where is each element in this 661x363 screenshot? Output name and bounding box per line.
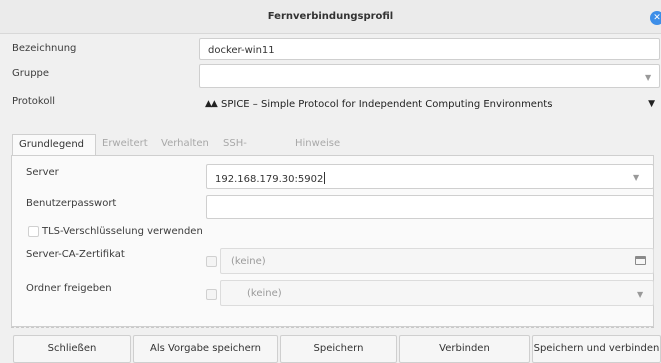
close-button[interactable]: Schließen [13, 335, 131, 363]
protocol-select-value: SPICE – Simple Protocol for Independent … [221, 99, 553, 110]
share-folder-value: (keine) [247, 288, 282, 299]
server-combo[interactable]: 192.168.179.30:5902 ▼ [206, 164, 654, 189]
password-input[interactable] [206, 195, 654, 219]
title-bar: Fernverbindungsprofil ✕ [0, 0, 661, 34]
tls-checkbox[interactable] [28, 226, 39, 237]
separator [11, 327, 654, 328]
ca-cert-chooser[interactable]: (keine) [220, 248, 654, 274]
name-label: Bezeichnung [12, 43, 77, 54]
tab-panel-grundlegend: Server 192.168.179.30:5902 ▼ Benutzerpas… [11, 155, 654, 327]
chevron-down-icon[interactable]: ▼ [633, 173, 639, 182]
name-input[interactable]: docker-win11 [199, 38, 660, 60]
group-combo[interactable]: ▼ [199, 64, 660, 88]
share-folder-label: Ordner freigeben [26, 283, 112, 294]
group-label: Gruppe [12, 68, 50, 79]
chevron-down-icon[interactable]: ▼ [648, 99, 655, 109]
name-input-value: docker-win11 [208, 45, 275, 56]
tab-ssh-tunnel[interactable]: SSH-Tunnel [223, 134, 256, 169]
tab-hinweise[interactable]: Hinweise [295, 134, 340, 156]
file-open-icon[interactable] [635, 256, 646, 265]
save-and-connect-button[interactable]: Speichern und verbinden [532, 335, 661, 363]
tab-verhalten[interactable]: Verhalten [161, 134, 209, 156]
share-folder-checkbox[interactable] [206, 289, 217, 300]
tls-label[interactable]: TLS-Verschlüsselung verwenden [42, 226, 203, 237]
save-button[interactable]: Speichern [280, 335, 397, 363]
spice-logo-icon: ▲▲ [205, 99, 218, 109]
ca-cert-label: Server-CA-Zertifikat [26, 249, 125, 260]
ca-cert-value: (keine) [231, 256, 266, 267]
window-title: Fernverbindungsprofil [267, 11, 394, 22]
chevron-down-icon[interactable]: ▼ [637, 290, 643, 299]
protocol-select[interactable]: ▲▲ SPICE – Simple Protocol for Independe… [199, 93, 661, 117]
server-input-value: 192.168.179.30:5902 [215, 172, 326, 185]
connect-button[interactable]: Verbinden [399, 335, 530, 363]
tab-erweitert[interactable]: Erweitert [102, 134, 148, 156]
share-folder-chooser[interactable]: (keine) ▼ [220, 280, 654, 306]
server-label: Server [26, 167, 59, 178]
close-icon[interactable]: ✕ [650, 11, 661, 25]
chevron-down-icon[interactable]: ▼ [645, 73, 651, 82]
save-as-default-button[interactable]: Als Vorgabe speichern [133, 335, 278, 363]
password-label: Benutzerpasswort [26, 198, 117, 209]
protocol-label: Protokoll [12, 96, 56, 107]
tab-grundlegend[interactable]: Grundlegend [12, 134, 96, 156]
ca-cert-checkbox[interactable] [206, 256, 217, 267]
